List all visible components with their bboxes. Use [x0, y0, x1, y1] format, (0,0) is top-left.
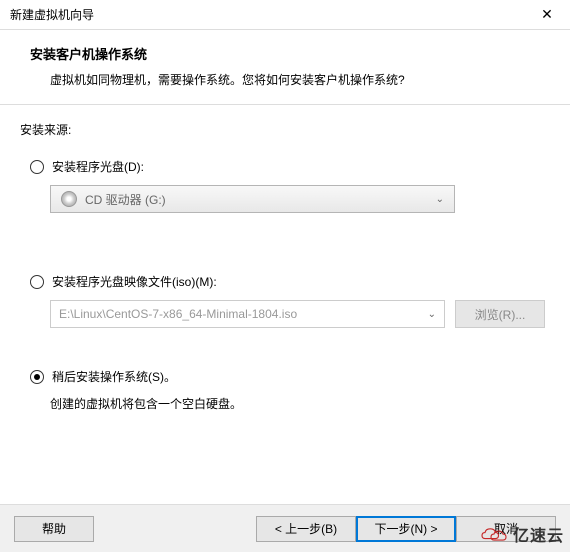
- close-button[interactable]: ✕: [532, 0, 562, 30]
- radio-option-later[interactable]: 稍后安装操作系统(S)。: [30, 368, 550, 385]
- radio-icon: [30, 275, 44, 289]
- later-hint: 创建的虚拟机将包含一个空白硬盘。: [50, 395, 550, 412]
- dropdown-text: CD 驱动器 (G:): [85, 191, 166, 208]
- cd-icon: [61, 191, 77, 207]
- back-button[interactable]: < 上一步(B): [256, 516, 356, 542]
- cd-drive-dropdown[interactable]: CD 驱动器 (G:) ⌄: [50, 185, 455, 213]
- page-description: 虚拟机如同物理机，需要操作系统。您将如何安装客户机操作系统?: [50, 71, 540, 88]
- wizard-footer: 帮助 < 上一步(B) 下一步(N) > 取消: [0, 504, 570, 552]
- help-button[interactable]: 帮助: [14, 516, 94, 542]
- wizard-header: 安装客户机操作系统 虚拟机如同物理机，需要操作系统。您将如何安装客户机操作系统?: [0, 30, 570, 105]
- wizard-content: 安装来源: 安装程序光盘(D): CD 驱动器 (G:) ⌄ 安装程序光盘映像文…: [0, 105, 570, 428]
- chevron-down-icon: ⌄: [428, 309, 436, 320]
- iso-path-value: E:\Linux\CentOS-7-x86_64-Minimal-1804.is…: [59, 307, 297, 321]
- close-icon: ✕: [541, 6, 553, 23]
- radio-icon: [30, 160, 44, 174]
- browse-button[interactable]: 浏览(R)...: [455, 300, 545, 328]
- page-title: 安装客户机操作系统: [30, 44, 540, 63]
- source-label: 安装来源:: [20, 121, 550, 138]
- radio-label-later: 稍后安装操作系统(S)。: [52, 368, 176, 385]
- title-bar: 新建虚拟机向导 ✕: [0, 0, 570, 30]
- iso-path-input[interactable]: E:\Linux\CentOS-7-x86_64-Minimal-1804.is…: [50, 300, 445, 328]
- window-title: 新建虚拟机向导: [10, 6, 94, 23]
- chevron-down-icon: ⌄: [436, 194, 444, 205]
- radio-label-iso: 安装程序光盘映像文件(iso)(M):: [52, 273, 217, 290]
- cancel-button[interactable]: 取消: [456, 516, 556, 542]
- next-button[interactable]: 下一步(N) >: [356, 516, 456, 542]
- radio-icon-selected: [30, 370, 44, 384]
- radio-option-iso[interactable]: 安装程序光盘映像文件(iso)(M):: [30, 273, 550, 290]
- radio-label-disc: 安装程序光盘(D):: [52, 158, 144, 175]
- radio-option-disc[interactable]: 安装程序光盘(D):: [30, 158, 550, 175]
